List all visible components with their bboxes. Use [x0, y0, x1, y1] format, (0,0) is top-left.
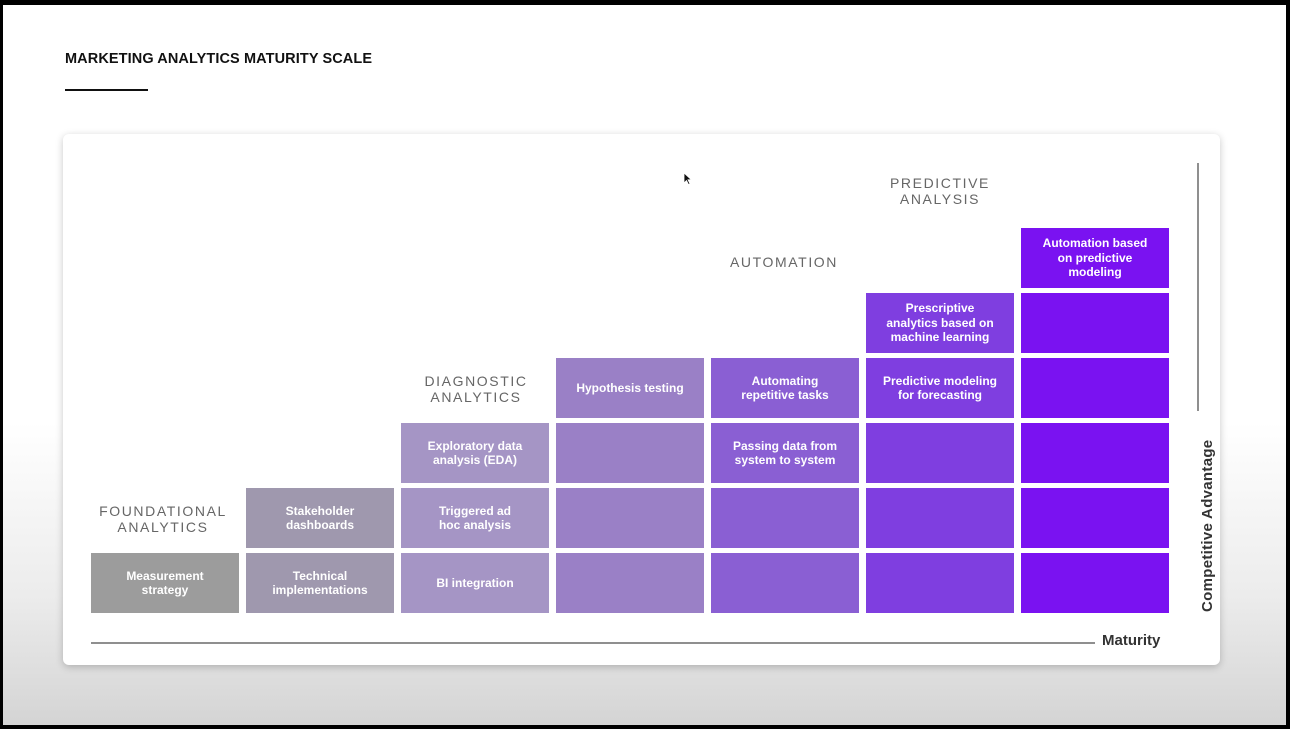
- maturity-cell: [866, 423, 1014, 483]
- stage-label-foundational: FOUNDATIONAL ANALYTICS: [99, 503, 227, 535]
- competitive-advantage-axis-label: Competitive Advantage: [1199, 439, 1216, 612]
- maturity-cell: [711, 488, 859, 548]
- maturity-axis-line: [91, 642, 1095, 644]
- maturity-cell: Automation based on predictive modeling: [1021, 228, 1169, 288]
- maturity-cell: Automating repetitive tasks: [711, 358, 859, 418]
- maturity-cell: [556, 423, 704, 483]
- maturity-axis-label: Maturity: [1102, 632, 1161, 649]
- maturity-cell: [1021, 423, 1169, 483]
- maturity-cell: Technical implementations: [246, 553, 394, 613]
- competitive-advantage-axis-line: [1197, 163, 1199, 411]
- maturity-cell: [556, 553, 704, 613]
- maturity-cell: BI integration: [401, 553, 549, 613]
- maturity-cell: [1021, 553, 1169, 613]
- maturity-cell: Passing data from system to system: [711, 423, 859, 483]
- maturity-cell: [556, 488, 704, 548]
- maturity-cell: Predictive modeling for forecasting: [866, 358, 1014, 418]
- maturity-cell: Prescriptive analytics based on machine …: [866, 293, 1014, 353]
- maturity-cell: [1021, 488, 1169, 548]
- maturity-cell: Exploratory data analysis (EDA): [401, 423, 549, 483]
- maturity-cell: Stakeholder dashboards: [246, 488, 394, 548]
- stage-label-diagnostic: DIAGNOSTIC ANALYTICS: [424, 373, 528, 405]
- slide-title: MARKETING ANALYTICS MATURITY SCALE: [65, 51, 373, 67]
- mouse-cursor-icon: [683, 172, 693, 185]
- maturity-cell: [711, 553, 859, 613]
- maturity-cell: Hypothesis testing: [556, 358, 704, 418]
- maturity-cell: [1021, 358, 1169, 418]
- title-underline: [65, 89, 148, 91]
- maturity-cell: [866, 488, 1014, 548]
- stage-label-automation: AUTOMATION: [729, 254, 839, 270]
- maturity-cell: Measurement strategy: [91, 553, 239, 613]
- stage-label-predictive: PREDICTIVE ANALYSIS: [889, 175, 990, 207]
- maturity-cell: Triggered ad hoc analysis: [401, 488, 549, 548]
- maturity-cell: [866, 553, 1014, 613]
- maturity-cell: [1021, 293, 1169, 353]
